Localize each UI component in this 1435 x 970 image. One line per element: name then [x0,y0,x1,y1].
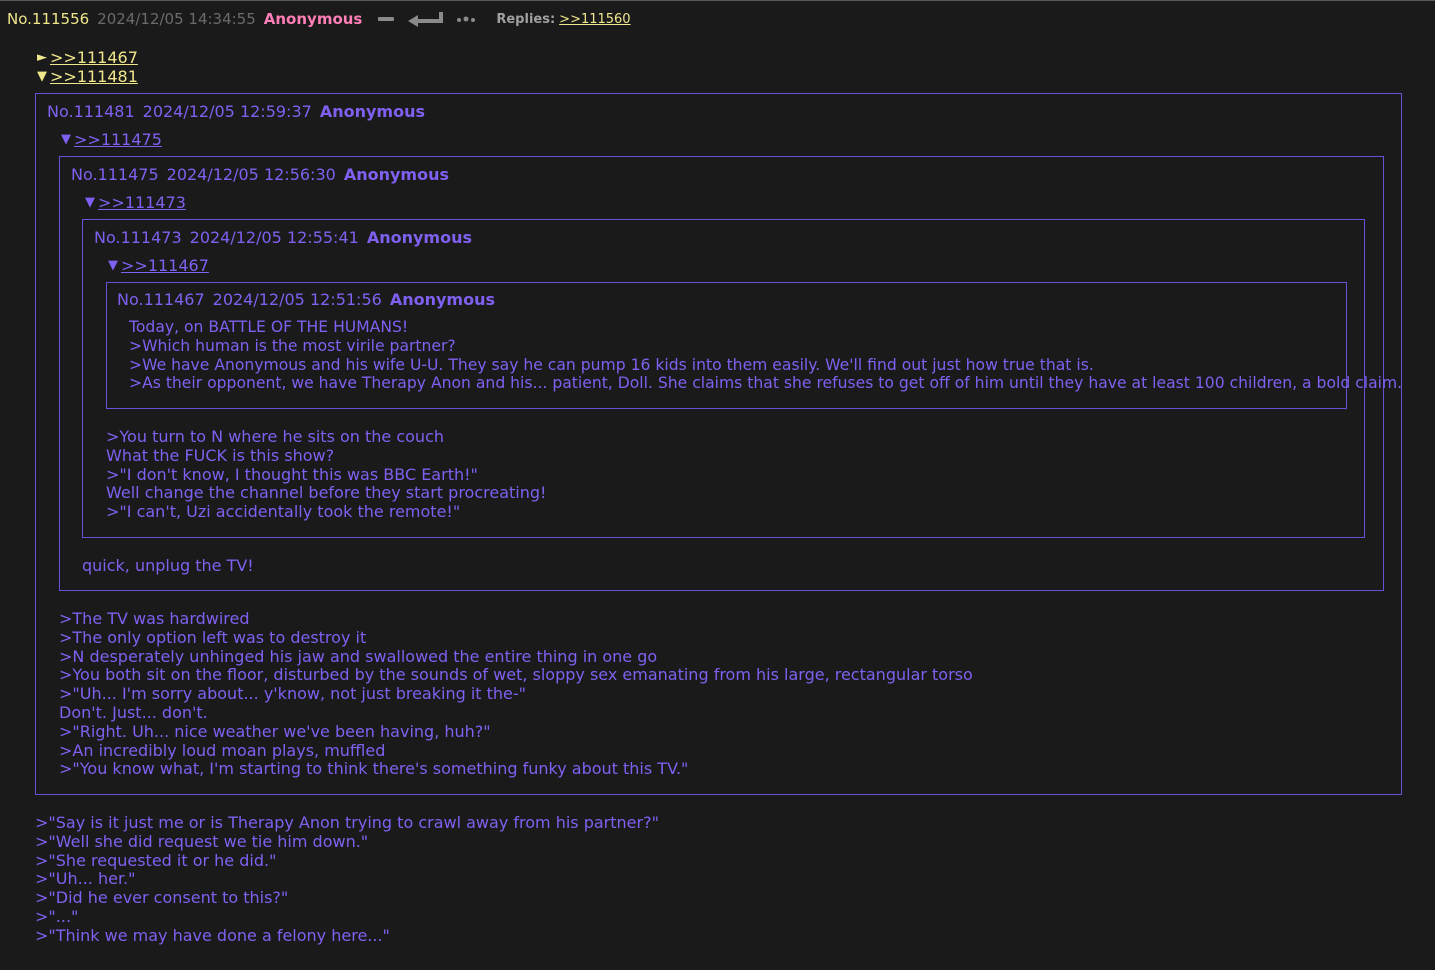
quote-row-111467: ▼ >>111467 [108,256,209,275]
post-body-111556: >"Say is it just me or is Therapy Anon t… [35,813,659,946]
post-body-111475: quick, unplug the TV! [82,556,254,576]
reply-arrow-icon[interactable] [406,10,444,28]
quote-link[interactable]: >>111481 [50,67,138,86]
post-header-111473: No.111473 2024/12/05 12:55:41 Anonymous [94,228,472,248]
more-icon[interactable] [456,15,476,23]
greentext-line: >"She requested it or he did." [35,850,277,870]
greentext-line: >"Right. Uh... nice weather we've been h… [59,721,491,741]
post-body-111473: >You turn to N where he sits on the couc… [106,427,547,522]
post-date: 2024/12/05 12:59:37 [142,102,312,121]
greentext-line: >We have Anonymous and his wife U-U. The… [129,355,1094,374]
poster-name: Anonymous [389,290,495,309]
quote-link[interactable]: >>111473 [98,193,186,212]
post-header: No.111556 2024/12/05 14:34:55 Anonymous … [7,9,631,29]
greentext-line: >An incredibly loud moan plays, muffled [59,740,386,760]
post-date: 2024/12/05 14:34:55 [97,10,256,28]
poster-name: Anonymous [319,102,425,121]
greentext-line: >"Uh... her." [35,869,136,889]
greentext-line: >"Well she did request we tie him down." [35,831,369,851]
collapse-arrow-icon[interactable]: ▼ [85,193,95,212]
collapse-arrow-icon[interactable]: ▼ [37,67,47,86]
post-date: 2024/12/05 12:55:41 [189,228,359,247]
post-header-111481: No.111481 2024/12/05 12:59:37 Anonymous [47,102,425,122]
post-number[interactable]: No.111467 [117,290,205,310]
quote-link[interactable]: >>111467 [121,256,209,275]
greentext-line: >"Did he ever consent to this?" [35,888,289,908]
poster-name: Anonymous [343,165,449,184]
quote-link[interactable]: >>111475 [74,130,162,149]
collapse-arrow-icon[interactable]: ▼ [108,256,118,275]
post-number[interactable]: No.111481 [47,102,135,122]
poster-name: Anonymous [366,228,472,247]
post-date: 2024/12/05 12:56:30 [166,165,336,184]
post-body-111467: Today, on BATTLE OF THE HUMANS! >Which h… [129,318,1402,393]
post-number[interactable]: No.111475 [71,165,159,185]
text-line: Today, on BATTLE OF THE HUMANS! [129,318,409,336]
greentext-line: >"..." [35,906,79,926]
greentext-line: >"I can't, Uzi accidentally took the rem… [106,502,461,522]
quote-row-111481: ▼ >>111481 [37,67,138,86]
reply-link[interactable]: >>111560 [559,12,630,27]
replies-label: Replies: [496,11,556,27]
post-body-111481: >The TV was hardwired >The only option l… [59,609,973,779]
text-line: What the FUCK is this show? [106,445,335,465]
poster-name: Anonymous [263,10,363,28]
greentext-line: >The TV was hardwired [59,609,250,628]
greentext-line: >As their opponent, we have Therapy Anon… [129,374,1403,393]
greentext-line: >"Say is it just me or is Therapy Anon t… [35,813,659,832]
text-line: Don't. Just... don't. [59,702,208,722]
post-number[interactable]: No.111556 [7,10,89,28]
collapse-arrow-icon[interactable]: ▼ [61,130,71,149]
greentext-line: >"I don't know, I thought this was BBC E… [106,464,478,484]
text-line: quick, unplug the TV! [82,556,254,575]
greentext-line: >Which human is the most virile partner? [129,336,456,355]
top-border [0,0,1435,1]
minus-icon[interactable] [378,15,395,23]
greentext-line: >"Think we may have done a felony here..… [35,925,390,945]
greentext-line: >N desperately unhinged his jaw and swal… [59,646,658,666]
greentext-line: >You both sit on the floor, disturbed by… [59,665,973,685]
quote-link[interactable]: >>111467 [50,48,138,67]
quote-row-111475: ▼ >>111475 [61,130,162,149]
greentext-line: >"Uh... I'm sorry about... y'know, not j… [59,684,527,704]
quote-row-111473: ▼ >>111473 [85,193,186,212]
text-line: Well change the channel before they star… [106,483,547,503]
post-date: 2024/12/05 12:51:56 [212,290,382,309]
quote-row-111467: ► >>111467 [37,48,138,67]
greentext-line: >"You know what, I'm starting to think t… [59,759,689,779]
post-number[interactable]: No.111473 [94,228,182,248]
greentext-line: >The only option left was to destroy it [59,627,367,647]
post-header-111467: No.111467 2024/12/05 12:51:56 Anonymous [117,290,495,310]
post-header-111475: No.111475 2024/12/05 12:56:30 Anonymous [71,165,449,185]
greentext-line: >You turn to N where he sits on the couc… [106,427,445,446]
expand-arrow-icon[interactable]: ► [37,48,47,67]
